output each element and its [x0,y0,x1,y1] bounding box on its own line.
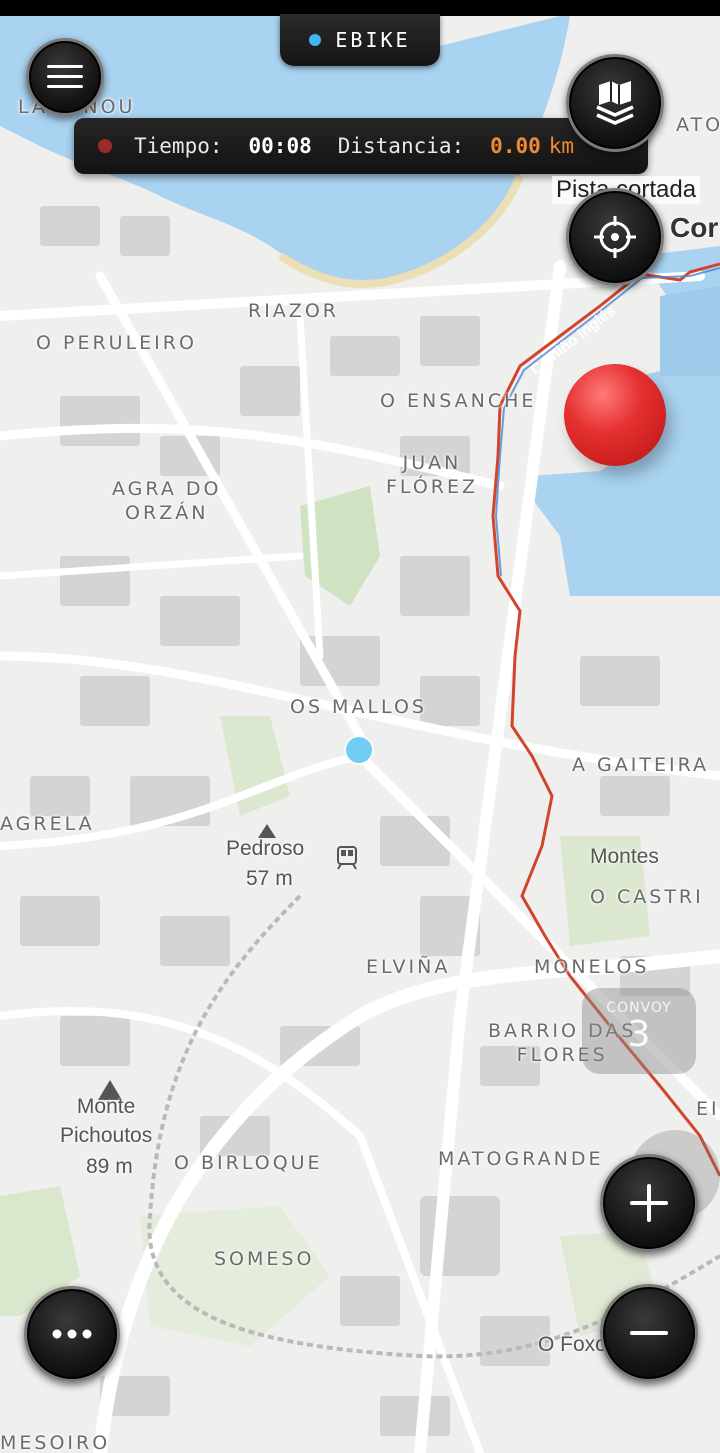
locate-me-button[interactable] [566,188,664,286]
place-label: AGRELA [0,813,95,835]
poi-name: Monte Pichoutos [60,1095,153,1148]
place-label: OS MALLOS [290,696,427,718]
destination-marker[interactable] [564,364,666,466]
plus-icon [626,1180,672,1226]
poi-name: O Foxo [538,1333,607,1356]
zoom-in-button[interactable] [600,1154,698,1252]
convoy-count: 3 [627,1014,651,1055]
activity-mode-tab[interactable]: EBIKE [280,14,440,66]
convoy-badge[interactable]: CONVOY 3 [582,988,696,1074]
crosshair-locate-icon [592,214,638,260]
distance-label: Distancia: [337,134,465,158]
time-label: Tiempo: [134,134,223,158]
distance-unit: km [548,134,575,158]
poi-elevation: 57 m [246,867,293,890]
poi-name: Pedroso [226,837,305,860]
zoom-out-button[interactable] [600,1284,698,1382]
place-label: EI [696,1098,720,1120]
place-label: AGRA DO ORZÁN [112,478,222,524]
place-label: JUAN FLÓREZ [386,452,479,498]
mode-indicator-dot [309,34,322,46]
place-label: O ENSANCHE [380,390,537,412]
metro-station-icon [336,846,358,870]
place-label: O PERULEIRO [36,332,197,354]
place-label: RIAZOR [248,300,339,322]
more-options-button[interactable] [24,1286,120,1382]
user-location-dot [346,737,372,763]
menu-button[interactable] [26,38,104,116]
poi-name: Montes [590,845,659,868]
place-label: ELVIÑA [366,956,451,978]
place-label: A GAITEIRA [572,754,710,776]
place-label: MATOGRANDE [438,1148,604,1170]
distance-value: 0.00 [490,134,541,158]
place-label: O CASTRI [590,886,704,908]
poi-elevation: 89 m [86,1155,133,1178]
poi-name: Coru [670,212,720,243]
minus-icon [626,1310,672,1356]
place-label: MESOIRO [0,1432,111,1453]
mode-label: EBIKE [335,28,411,52]
trip-stats-bar: Tiempo: 00:08 Distancia: 0.00 km [74,118,648,174]
more-dots-icon [49,1328,95,1340]
map-layers-button[interactable] [566,54,664,152]
hamburger-menu-icon [45,62,85,92]
place-label: ATOC [676,114,720,136]
time-value: 00:08 [248,134,312,158]
place-label: MONELOS [534,956,650,978]
recording-indicator [98,139,112,153]
place-label: O BIRLOQUE [174,1152,323,1174]
place-label: SOMESO [214,1248,315,1270]
map-layers-icon [591,79,639,127]
